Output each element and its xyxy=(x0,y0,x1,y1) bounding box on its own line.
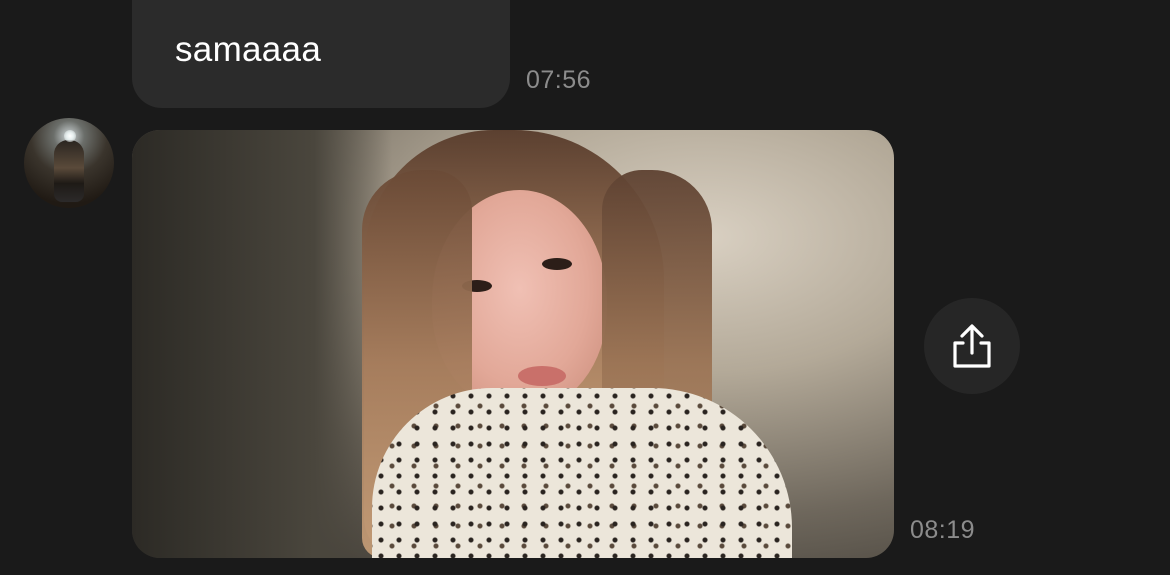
avatar-flash xyxy=(64,130,76,142)
image-message[interactable] xyxy=(132,130,894,558)
message-timestamp: 08:19 xyxy=(910,516,976,544)
share-button[interactable] xyxy=(924,298,1020,394)
message-bubble[interactable]: samaaaa xyxy=(132,0,510,108)
avatar-figure xyxy=(54,140,84,202)
chat-thread: samaaaa 07:56 08:19 xyxy=(0,0,1170,575)
avatar[interactable] xyxy=(24,118,114,208)
message-text: samaaaa xyxy=(175,30,322,69)
share-icon xyxy=(953,324,991,368)
message-timestamp: 07:56 xyxy=(526,66,592,94)
